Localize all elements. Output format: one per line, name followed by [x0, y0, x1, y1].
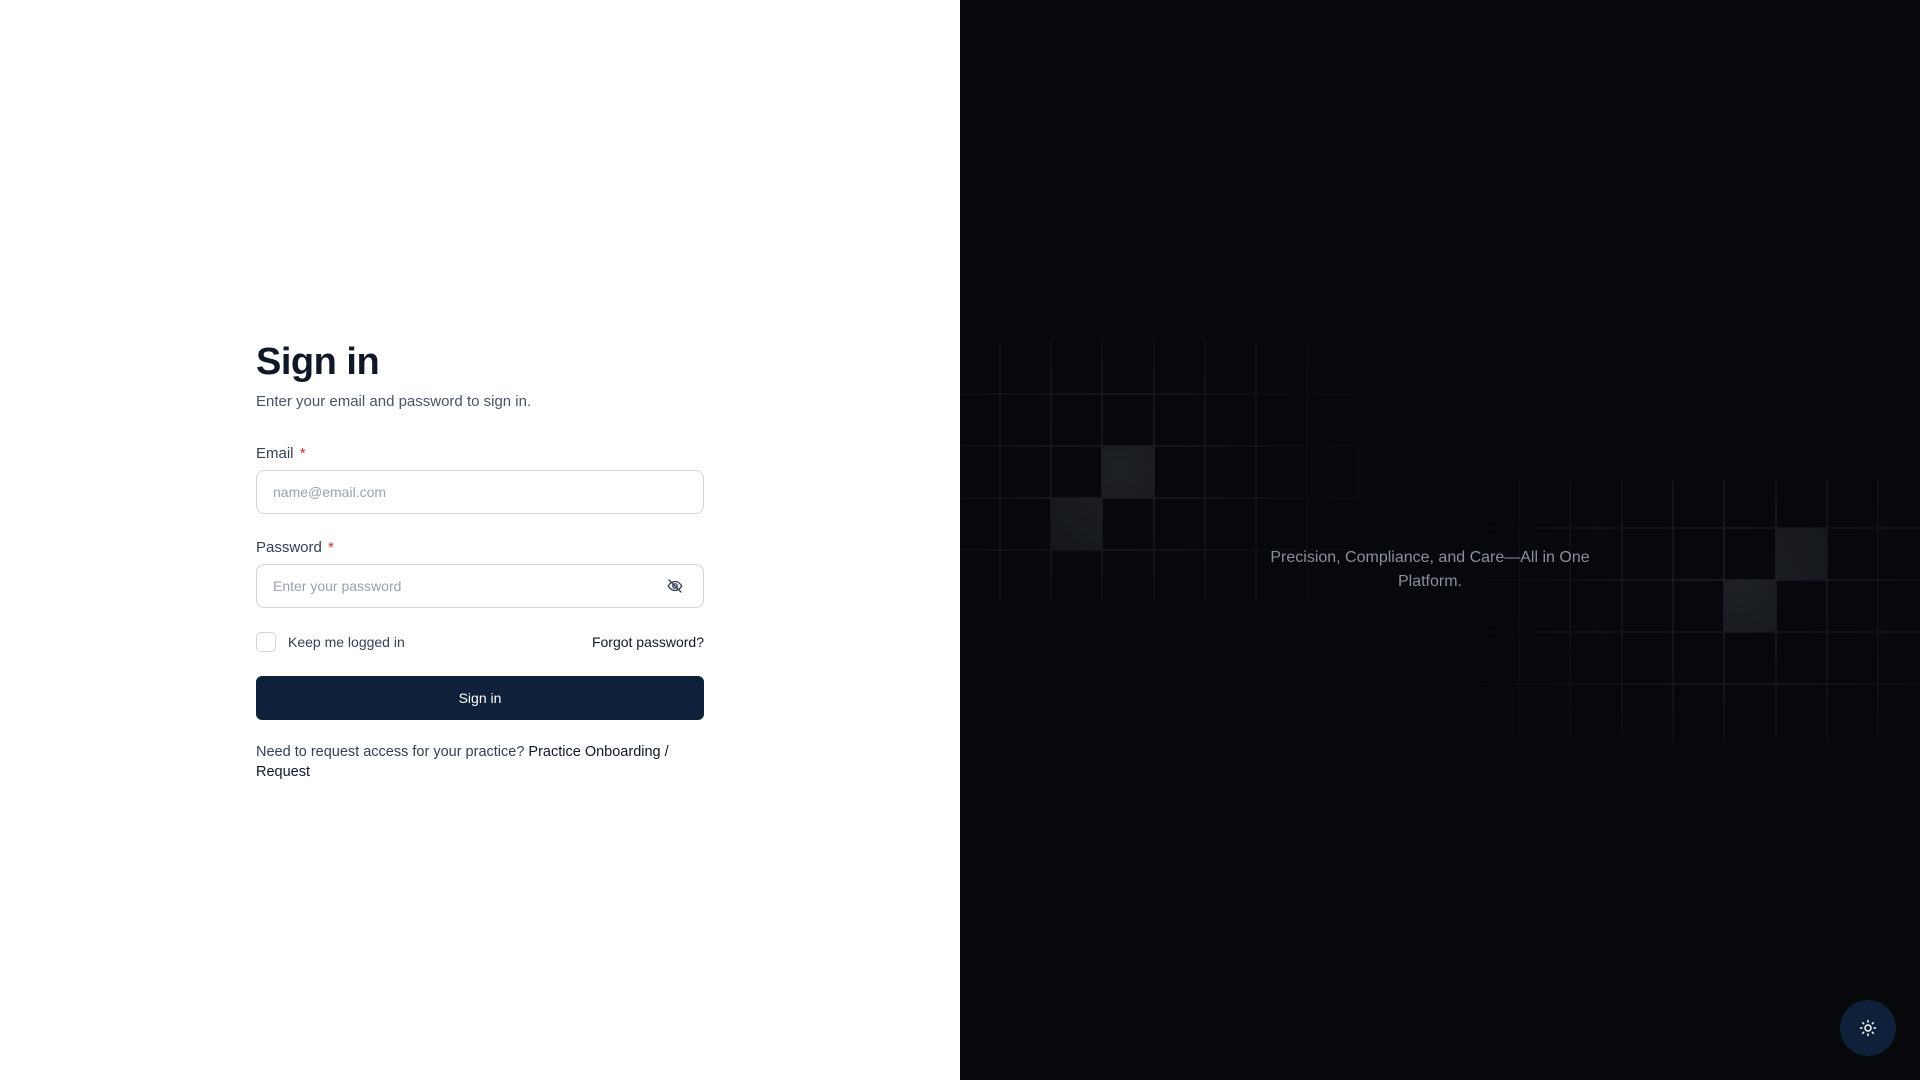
hero-tagline: Precision, Compliance, and Care—All in O…	[1270, 549, 1590, 590]
email-label: Email *	[256, 444, 704, 464]
background-grid	[960, 340, 1920, 740]
remember-checkbox[interactable]	[256, 632, 276, 652]
page-subtitle: Enter your email and password to sign in…	[256, 393, 532, 410]
theme-toggle-button[interactable]	[1840, 1000, 1896, 1056]
email-required-mark: *	[299, 445, 306, 462]
request-access-text: Need to request access for your practice…	[256, 744, 525, 760]
signin-form: Sign in Enter your email and password to…	[256, 338, 704, 782]
hero-panel: Precision, Compliance, and Care—All in O…	[960, 0, 1920, 1080]
password-label: Password *	[256, 538, 704, 558]
remember-label: Keep me logged in	[288, 634, 405, 650]
email-label-text: Email	[256, 445, 294, 462]
signin-panel: Sign in Enter your email and password to…	[0, 0, 960, 1080]
password-field[interactable]	[273, 578, 663, 594]
password-field-box	[256, 564, 704, 608]
options-row: Keep me logged in Forgot password?	[256, 632, 704, 652]
password-required-mark: *	[328, 539, 334, 556]
sign-in-button[interactable]: Sign in	[256, 676, 704, 720]
forgot-password-link[interactable]: Forgot password?	[592, 634, 704, 650]
eye-off-icon[interactable]	[663, 574, 687, 598]
request-access: Need to request access for your practice…	[256, 742, 704, 782]
remember-me[interactable]: Keep me logged in	[256, 632, 405, 652]
password-label-text: Password	[256, 539, 322, 556]
email-field-box	[256, 470, 704, 514]
page-title: Sign in	[256, 341, 380, 383]
sun-icon	[1859, 1019, 1877, 1037]
email-field[interactable]	[273, 484, 687, 500]
